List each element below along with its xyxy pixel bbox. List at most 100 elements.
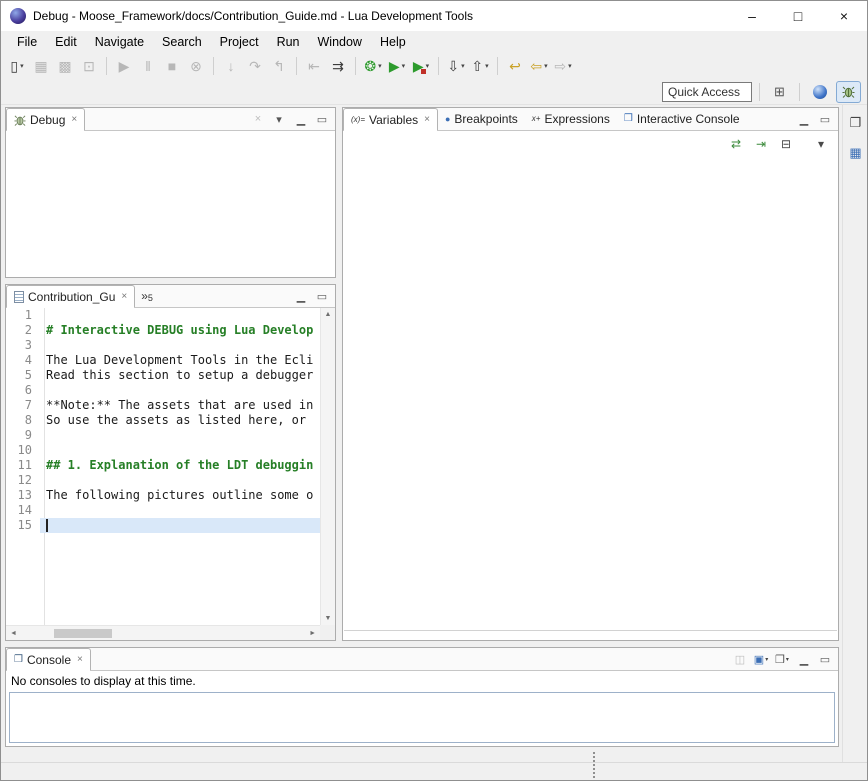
editor-line[interactable]: 15 [6, 518, 320, 533]
dropdown-arrow-icon[interactable]: ▾ [485, 62, 489, 70]
tab-overflow-indicator[interactable]: » 5 [135, 285, 159, 307]
debug-button[interactable]: ❂ ▾ [362, 55, 384, 77]
restore-minimized-view-button-2[interactable]: ▦ [846, 143, 866, 163]
maximize-view-button[interactable]: ▭ [816, 650, 834, 668]
minimize-view-button[interactable]: ▁ [292, 287, 310, 305]
step-into-button[interactable]: ↓ ▾ [220, 55, 242, 77]
menu-item[interactable]: Project [211, 32, 268, 52]
line-number[interactable]: 14 [6, 503, 40, 518]
scroll-down-icon[interactable]: ▼ [325, 615, 332, 622]
minimize-view-button[interactable]: ▁ [292, 110, 310, 128]
dropdown-arrow-icon[interactable]: ▾ [20, 62, 24, 70]
scroll-right-icon[interactable]: ► [309, 630, 316, 637]
dropdown-arrow-icon[interactable]: ▾ [786, 656, 789, 663]
editor-vertical-scrollbar[interactable]: ▲ ▼ [320, 308, 335, 625]
step-over-button[interactable]: ↷ ▾ [244, 55, 266, 77]
menu-item[interactable]: File [8, 32, 46, 52]
editor-line[interactable]: 4 The Lua Development Tools in the Ecli [6, 353, 320, 368]
window-close-button[interactable]: × [821, 1, 867, 31]
editor-line[interactable]: 1 [6, 308, 320, 323]
view-menu-button[interactable]: ▾ [812, 135, 830, 153]
external-tools-button[interactable]: ▶ ▾ [410, 55, 432, 77]
scrollbar-thumb[interactable] [54, 629, 112, 638]
menu-item[interactable]: Navigate [86, 32, 153, 52]
remove-all-terminated-button[interactable]: × ▾ [249, 110, 267, 128]
close-tab-icon[interactable]: × [77, 654, 83, 665]
run-button[interactable]: ▶ ▾ [386, 55, 408, 77]
tab-contribution-guide[interactable]: Contribution_Gu × [6, 285, 135, 307]
editor-line[interactable]: 7 **Note:** The assets that are used in [6, 398, 320, 413]
dropdown-arrow-icon[interactable]: ▾ [568, 62, 572, 70]
editor-line[interactable]: 8 So use the assets as listed here, or [6, 413, 320, 428]
editor-line[interactable]: 13 The following pictures outline some o [6, 488, 320, 503]
open-perspective-button[interactable]: ⊞ [767, 81, 792, 103]
line-number[interactable]: 13 [6, 488, 40, 503]
suspend-button[interactable]: ‖ ▾ [137, 55, 159, 77]
scroll-left-icon[interactable]: ◄ [10, 630, 17, 637]
window-minimize-button[interactable]: – [729, 1, 775, 31]
step-return-button[interactable]: ↰ ▾ [268, 55, 290, 77]
detail-pane-sash[interactable] [344, 630, 837, 631]
close-tab-icon[interactable]: × [424, 114, 430, 125]
line-number[interactable]: 12 [6, 473, 40, 488]
tab-variables[interactable]: (x)= Variables × [343, 108, 438, 130]
maximize-view-button[interactable]: ▭ [816, 110, 834, 128]
restore-minimized-view-button-1[interactable]: ❐ [846, 113, 866, 133]
lua-perspective-button[interactable] [807, 81, 832, 103]
line-number[interactable]: 2 [6, 323, 40, 338]
line-number[interactable]: 5 [6, 368, 40, 383]
dropdown-arrow-icon[interactable]: ▾ [378, 62, 382, 70]
line-number[interactable]: 11 [6, 458, 40, 473]
menu-item[interactable]: Window [309, 32, 371, 52]
editor-horizontal-scrollbar[interactable]: ◄ ► [6, 625, 320, 640]
quick-access-input[interactable] [662, 82, 752, 102]
resume-button[interactable]: ▶ ▾ [113, 55, 135, 77]
line-number[interactable]: 10 [6, 443, 40, 458]
editor-line[interactable]: 6 [6, 383, 320, 398]
drop-to-frame-button[interactable]: ⇤ ▾ [303, 55, 325, 77]
show-logical-structures-button[interactable]: ⇄ [727, 135, 745, 153]
line-number[interactable]: 8 [6, 413, 40, 428]
tab-interactive-console[interactable]: ❒ Interactive Console [617, 108, 747, 130]
editor-line[interactable]: 12 [6, 473, 320, 488]
window-maximize-button[interactable]: □ [775, 1, 821, 31]
close-tab-icon[interactable]: × [121, 291, 127, 302]
terminate-button[interactable]: ■ ▾ [161, 55, 183, 77]
show-type-names-button[interactable]: ⇥ [752, 135, 770, 153]
app-icon[interactable] [10, 8, 26, 24]
line-number[interactable]: 6 [6, 383, 40, 398]
scroll-up-icon[interactable]: ▲ [325, 311, 332, 318]
line-number[interactable]: 1 [6, 308, 40, 323]
minimize-view-button[interactable]: ▁ [795, 110, 813, 128]
editor-text-area[interactable]: 1 2 # Interactive DEBUG using Lua Develo… [6, 308, 320, 625]
line-number[interactable]: 9 [6, 428, 40, 443]
editor-line[interactable]: 14 [6, 503, 320, 518]
maximize-view-button[interactable]: ▭ [313, 287, 331, 305]
editor-line[interactable]: 9 [6, 428, 320, 443]
dropdown-arrow-icon[interactable]: ▾ [402, 62, 406, 70]
tab-console[interactable]: ❒ Console × [6, 648, 91, 670]
print-button[interactable]: ⊡ ▾ [78, 55, 100, 77]
tab-breakpoints[interactable]: ● Breakpoints [438, 108, 525, 130]
tab-expressions[interactable]: x+ Expressions [525, 108, 617, 130]
line-number[interactable]: 15 [6, 518, 40, 533]
tab-debug[interactable]: Debug × [6, 108, 85, 130]
save-button[interactable]: ▦ ▾ [30, 55, 52, 77]
menu-item[interactable]: Run [268, 32, 309, 52]
view-menu-button[interactable]: ▾ ▾ [270, 110, 288, 128]
maximize-view-button[interactable]: ▭ [313, 110, 331, 128]
minimize-view-button[interactable]: ▁ [795, 650, 813, 668]
pin-console-button[interactable]: ◫ ▾ [731, 650, 749, 668]
new-button[interactable]: ▯ ▾ [6, 55, 28, 77]
editor-line[interactable]: 5 Read this section to setup a debugger [6, 368, 320, 383]
close-tab-icon[interactable]: × [71, 114, 77, 125]
display-selected-console-button[interactable]: ▣ ▾ [752, 650, 770, 668]
last-edit-location-button[interactable]: ↩ ▾ [504, 55, 526, 77]
collapse-all-button[interactable]: ⊟ [777, 135, 795, 153]
debug-perspective-button[interactable] [836, 81, 861, 103]
save-all-button[interactable]: ▩ ▾ [54, 55, 76, 77]
dropdown-arrow-icon[interactable]: ▾ [461, 62, 465, 70]
editor-line[interactable]: 2 # Interactive DEBUG using Lua Develop [6, 323, 320, 338]
editor-line[interactable]: 11 ## 1. Explanation of the LDT debuggin [6, 458, 320, 473]
dropdown-arrow-icon[interactable]: ▾ [544, 62, 548, 70]
